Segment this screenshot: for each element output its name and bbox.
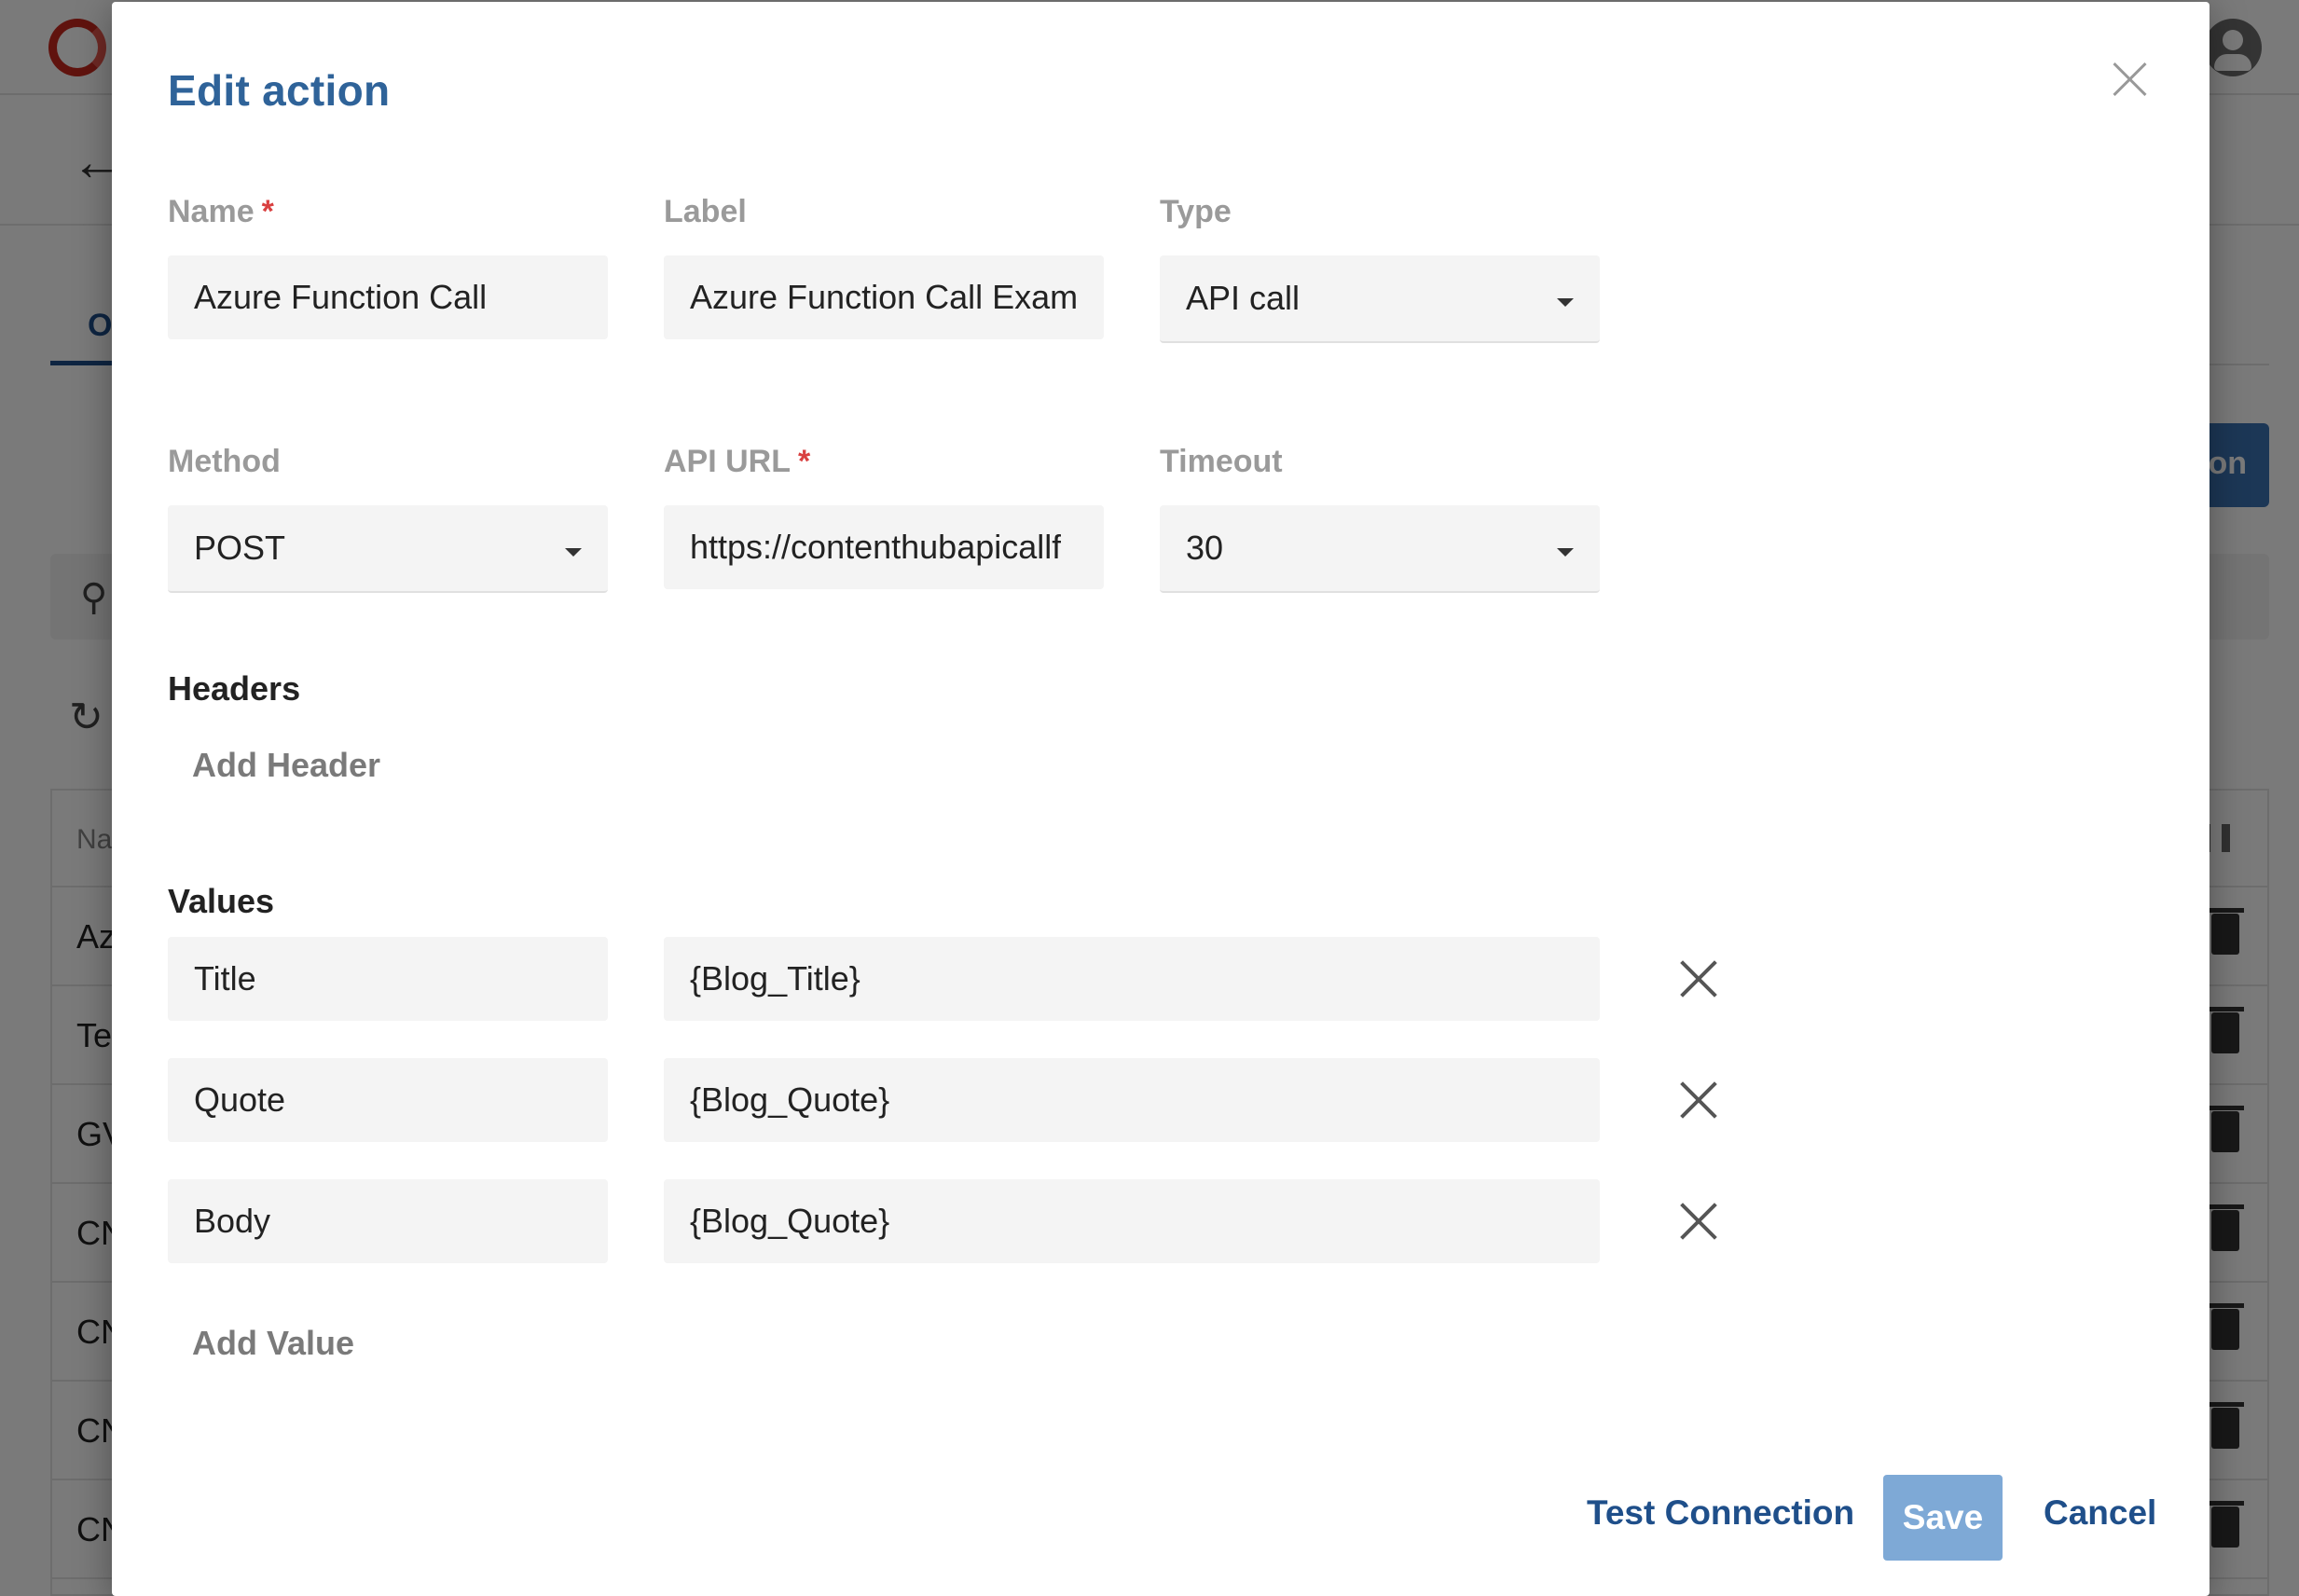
- name-value: Azure Function Call: [194, 278, 488, 316]
- type-value: API call: [1186, 279, 1301, 317]
- dialog-title: Edit action: [168, 66, 391, 115]
- cancel-button[interactable]: Cancel: [2044, 1493, 2156, 1533]
- label-label-text: Label: [664, 194, 747, 229]
- remove-value-icon[interactable]: [1678, 958, 1719, 999]
- value-value-text: {Blog_Quote}: [690, 1080, 890, 1119]
- timeout-label: Timeout: [1160, 444, 1283, 480]
- timeout-value: 30: [1186, 529, 1224, 567]
- caret-down-icon: [1557, 298, 1574, 307]
- value-key-input[interactable]: Quote: [168, 1058, 608, 1142]
- test-connection-button[interactable]: Test Connection: [1587, 1493, 1854, 1533]
- save-button[interactable]: Save: [1883, 1475, 2003, 1561]
- api-url-label: API URL *: [664, 444, 810, 480]
- caret-down-icon: [565, 548, 582, 557]
- type-label-text: Type: [1160, 194, 1232, 229]
- value-key-input[interactable]: Body: [168, 1179, 608, 1263]
- method-select[interactable]: POST: [168, 505, 608, 593]
- type-select[interactable]: API call: [1160, 255, 1600, 343]
- type-label: Type: [1160, 194, 1232, 230]
- api-url-label-text: API URL: [664, 444, 791, 479]
- value-key-input[interactable]: Title: [168, 937, 608, 1021]
- label-value: Azure Function Call Examp: [690, 278, 1078, 316]
- name-label: Name *: [168, 194, 274, 230]
- name-input[interactable]: Azure Function Call: [168, 255, 608, 339]
- add-value-button[interactable]: Add Value: [192, 1324, 354, 1363]
- edit-action-dialog: Edit action Name * Azure Function Call La…: [112, 2, 2210, 1596]
- remove-value-icon[interactable]: [1678, 1080, 1719, 1121]
- headers-title: Headers: [168, 669, 301, 708]
- remove-value-icon[interactable]: [1678, 1201, 1719, 1242]
- method-value: POST: [194, 529, 286, 567]
- label-label: Label: [664, 194, 747, 230]
- label-input[interactable]: Azure Function Call Examp: [664, 255, 1104, 339]
- value-value-input[interactable]: {Blog_Title}: [664, 937, 1600, 1021]
- value-value-text: {Blog_Title}: [690, 959, 860, 998]
- value-key-text: Body: [194, 1202, 271, 1240]
- value-key-text: Quote: [194, 1080, 286, 1119]
- timeout-label-text: Timeout: [1160, 444, 1283, 479]
- value-value-input[interactable]: {Blog_Quote}: [664, 1179, 1600, 1263]
- timeout-select[interactable]: 30: [1160, 505, 1600, 593]
- name-label-text: Name: [168, 194, 255, 229]
- api-url-value: https://contenthubapicallf: [690, 528, 1062, 566]
- value-value-text: {Blog_Quote}: [690, 1202, 890, 1240]
- api-url-input[interactable]: https://contenthubapicallf: [664, 505, 1104, 589]
- close-icon[interactable]: [2107, 56, 2154, 103]
- value-value-input[interactable]: {Blog_Quote}: [664, 1058, 1600, 1142]
- required-marker: *: [261, 194, 274, 229]
- required-marker: *: [798, 444, 811, 479]
- caret-down-icon: [1557, 548, 1574, 557]
- method-label-text: Method: [168, 444, 281, 479]
- add-header-button[interactable]: Add Header: [192, 746, 380, 785]
- method-label: Method: [168, 444, 281, 480]
- values-title: Values: [168, 882, 275, 920]
- value-key-text: Title: [194, 959, 256, 998]
